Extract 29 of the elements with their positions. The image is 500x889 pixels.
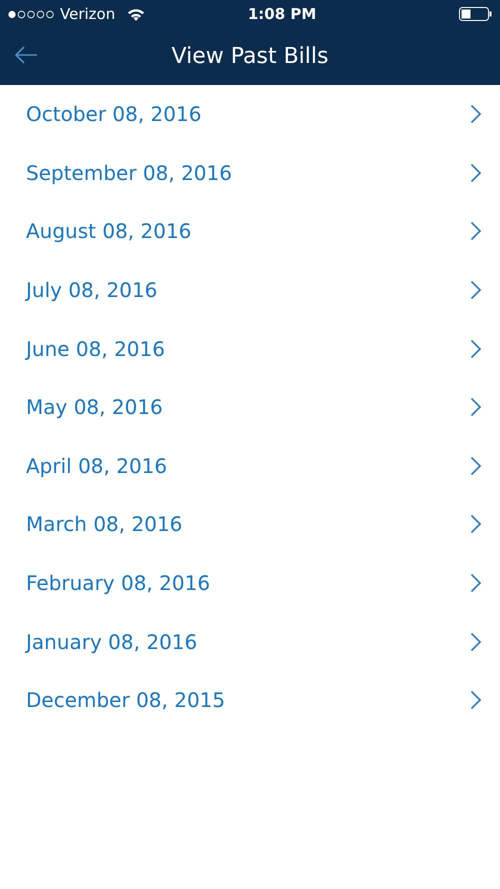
chevron-right-icon bbox=[470, 280, 482, 300]
chevron-right-icon bbox=[470, 221, 482, 242]
chevron-right-icon bbox=[470, 514, 482, 534]
carrier-name: Verizon bbox=[60, 4, 116, 25]
chevron-right-icon bbox=[470, 573, 482, 594]
bill-list-item[interactable]: May 08, 2016 bbox=[0, 378, 500, 437]
bill-list-item[interactable]: February 08, 2016 bbox=[0, 554, 500, 612]
bill-list-item[interactable]: September 08, 2016 bbox=[0, 144, 500, 202]
bill-list-item[interactable]: October 08, 2016 bbox=[0, 85, 500, 144]
chevron-right-icon bbox=[470, 690, 482, 710]
bill-list-item[interactable]: June 08, 2016 bbox=[0, 319, 500, 378]
signal-icon bbox=[8, 10, 56, 18]
chevron-right-icon bbox=[470, 104, 482, 124]
screen-title: View Past Bills bbox=[172, 43, 328, 71]
chevron-right-icon bbox=[470, 338, 482, 359]
bill-list-item[interactable]: December 08, 2015 bbox=[0, 670, 500, 730]
chevron-right-icon bbox=[470, 162, 482, 183]
back-arrow-icon bbox=[14, 46, 38, 64]
bill-list-item[interactable]: July 08, 2016 bbox=[0, 260, 500, 320]
bill-list-item[interactable]: March 08, 2016 bbox=[0, 495, 500, 554]
bill-list-item[interactable]: August 08, 2016 bbox=[0, 202, 500, 261]
chevron-right-icon bbox=[470, 397, 482, 418]
chevron-right-icon bbox=[470, 632, 482, 652]
bill-list-item[interactable]: January 08, 2016 bbox=[0, 612, 500, 671]
bill-list-item[interactable]: April 08, 2016 bbox=[0, 436, 500, 496]
status-time: 1:08 PM bbox=[248, 4, 316, 25]
wifi-icon bbox=[127, 8, 146, 20]
battery-icon bbox=[458, 7, 492, 21]
chevron-right-icon bbox=[470, 456, 482, 476]
